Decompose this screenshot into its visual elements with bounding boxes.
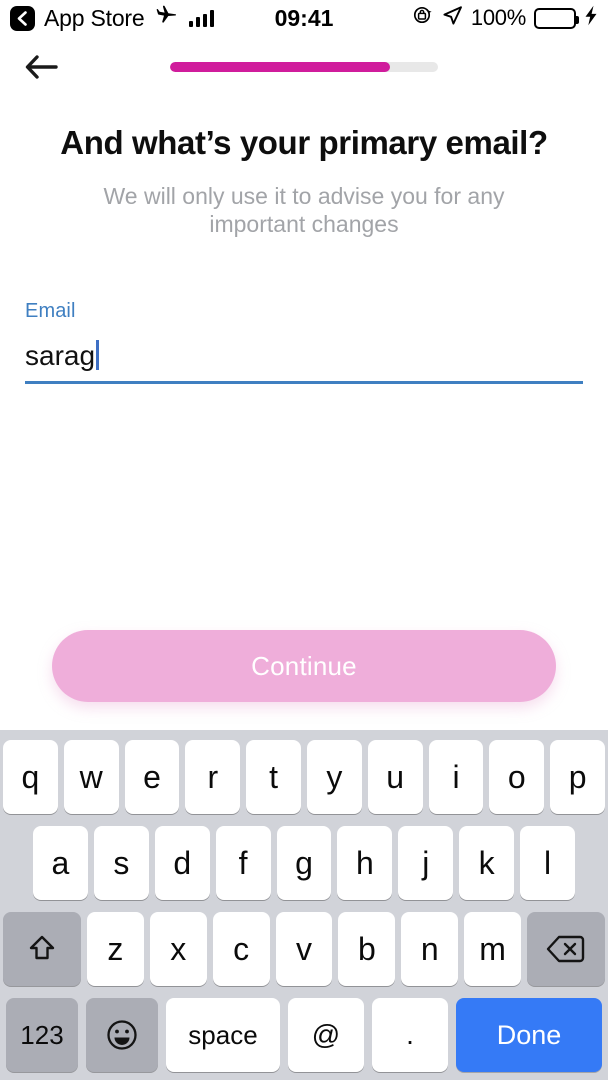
key-q[interactable]: q <box>3 740 58 814</box>
key-y[interactable]: y <box>307 740 362 814</box>
key-n[interactable]: n <box>401 912 459 986</box>
emoji-smiley-icon <box>104 1017 140 1053</box>
key-k[interactable]: k <box>459 826 515 900</box>
back-arrow-button[interactable] <box>14 44 70 94</box>
charging-bolt-icon <box>584 5 598 32</box>
key-o[interactable]: o <box>489 740 545 814</box>
shift-arrow-icon <box>25 932 59 966</box>
key-e[interactable]: e <box>124 740 180 814</box>
email-input[interactable]: sarag <box>25 335 583 384</box>
key-g[interactable]: g <box>276 826 332 900</box>
done-key[interactable]: Done <box>456 998 602 1072</box>
email-field-label: Email <box>25 300 76 322</box>
email-field-group: Email sarag <box>25 300 583 384</box>
shift-key[interactable] <box>3 912 81 986</box>
status-bar-left: App Store <box>10 3 214 33</box>
key-r[interactable]: r <box>185 740 241 814</box>
battery-percent-label: 100% <box>470 5 526 30</box>
status-bar-right: 100% <box>412 4 598 32</box>
text-cursor <box>96 340 100 370</box>
key-j[interactable]: j <box>398 826 454 900</box>
key-d[interactable]: d <box>154 826 210 900</box>
key-x[interactable]: x <box>149 912 207 986</box>
key-u[interactable]: u <box>367 740 423 814</box>
page-subtitle: We will only use it to advise you for an… <box>103 183 505 237</box>
status-bar-app-label[interactable]: App Store <box>44 5 145 32</box>
rotation-lock-icon <box>412 4 434 32</box>
keyboard-row-2: a s d f g h j k l <box>0 826 608 900</box>
page-title: And what’s your primary email? <box>60 124 548 161</box>
key-z[interactable]: z <box>87 912 144 986</box>
key-b[interactable]: b <box>338 912 396 986</box>
numbers-key[interactable]: 123 <box>6 998 78 1072</box>
keyboard-row-4: 123 space @ . Done <box>0 998 608 1072</box>
key-t[interactable]: t <box>246 740 301 814</box>
continue-button[interactable]: Continue <box>52 630 556 702</box>
airplane-mode-icon <box>154 3 178 33</box>
key-i[interactable]: i <box>428 740 484 814</box>
progress-bar-fill <box>170 62 390 72</box>
keyboard-row-3: z x c v b n m <box>0 912 608 986</box>
signal-bars-icon <box>188 9 214 27</box>
backspace-key[interactable] <box>527 912 606 986</box>
on-screen-keyboard: q w e r t y u i o p a s d f g h j k l z … <box>0 730 608 1080</box>
back-chevron-icon[interactable] <box>10 5 35 31</box>
key-w[interactable]: w <box>63 740 119 814</box>
emoji-key[interactable] <box>86 998 158 1072</box>
period-key[interactable]: . <box>372 998 448 1072</box>
onboarding-progress-bar <box>170 62 438 72</box>
key-m[interactable]: m <box>464 912 522 986</box>
key-s[interactable]: s <box>93 826 149 900</box>
email-input-value: sarag <box>25 340 96 371</box>
status-bar: App Store 09:41 100% <box>0 0 608 36</box>
at-sign-key[interactable]: @ <box>288 998 364 1072</box>
key-l[interactable]: l <box>520 826 576 900</box>
keyboard-row-1: q w e r t y u i o p <box>0 740 608 814</box>
space-key[interactable]: space <box>166 998 280 1072</box>
key-a[interactable]: a <box>33 826 88 900</box>
key-p[interactable]: p <box>550 740 605 814</box>
location-arrow-icon <box>442 5 463 32</box>
key-v[interactable]: v <box>275 912 333 986</box>
key-h[interactable]: h <box>337 826 393 900</box>
back-arrow-icon <box>22 51 62 88</box>
battery-icon <box>534 7 579 29</box>
key-f[interactable]: f <box>215 826 271 900</box>
key-c[interactable]: c <box>212 912 270 986</box>
backspace-delete-icon <box>545 933 587 965</box>
